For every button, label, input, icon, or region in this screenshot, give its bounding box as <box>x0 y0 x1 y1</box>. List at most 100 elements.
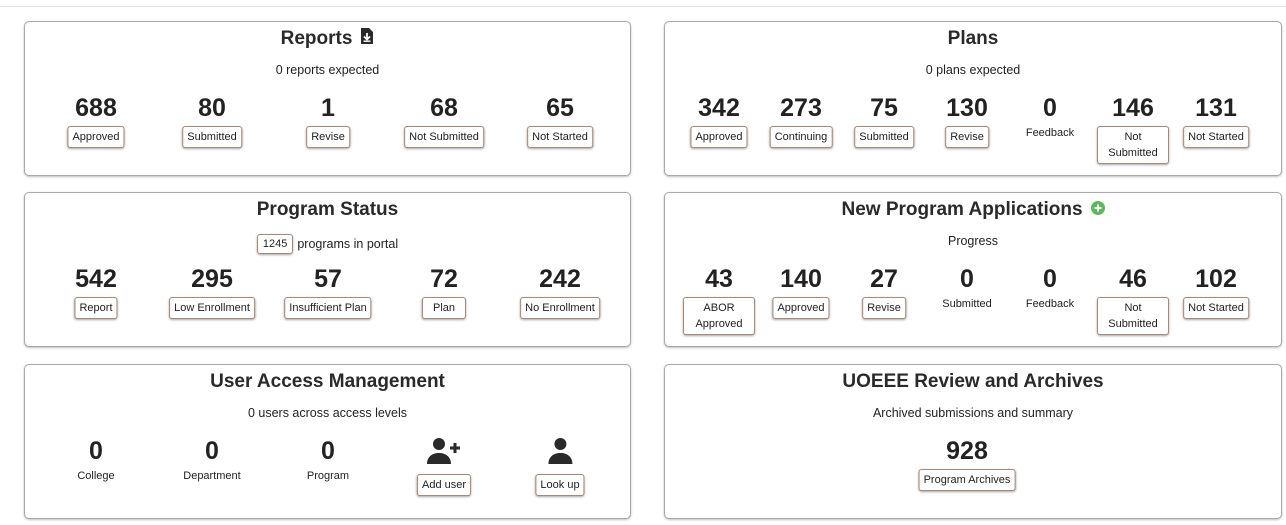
new-programs-title-row: New Program Applications <box>665 199 1281 221</box>
no-enrollment-button[interactable]: No Enrollment <box>520 297 600 319</box>
apps-stat-revise: 27 Revise <box>862 265 906 319</box>
apps-stat-not-submitted: 46 Not Submitted <box>1097 265 1169 335</box>
plus-circle-icon[interactable] <box>1090 199 1105 221</box>
stat-value: 0 <box>1043 265 1057 293</box>
look-up-button[interactable]: Look up <box>535 474 585 496</box>
college-label: College <box>77 470 115 482</box>
plans-stat-submitted: 75 Submitted <box>854 94 914 148</box>
new-programs-title: New Program Applications <box>841 199 1083 220</box>
new-programs-card: New Program Applications Progress 43 ABOR… <box>664 192 1282 347</box>
add-user-icon[interactable] <box>426 437 462 465</box>
submitted-button[interactable]: Submitted <box>182 126 242 148</box>
stat-value: 273 <box>780 94 822 122</box>
status-stat-insufficient-plan: 57 Insufficient Plan <box>284 265 372 319</box>
stat-value: 146 <box>1112 94 1154 122</box>
stat-value: 1 <box>321 94 335 122</box>
stat-value: 65 <box>546 94 574 122</box>
not-submitted-button[interactable]: Not Submitted <box>1097 297 1169 335</box>
not-started-button[interactable]: Not Started <box>1183 126 1249 148</box>
not-submitted-button[interactable]: Not Submitted <box>404 126 484 148</box>
not-started-button[interactable]: Not Started <box>527 126 593 148</box>
download-icon[interactable] <box>360 28 374 50</box>
program-archives-button[interactable]: Program Archives <box>918 469 1016 491</box>
submitted-button[interactable]: Submitted <box>854 126 914 148</box>
stat-value: 140 <box>780 265 822 293</box>
reports-card: Reports 0 reports expected 688 Approved 8… <box>24 21 631 176</box>
plans-card: Plans 0 plans expected 342 Approved 273 Co… <box>664 21 1282 176</box>
approved-button[interactable]: Approved <box>67 126 125 148</box>
program-label: Program <box>306 470 350 482</box>
program-status-card: Program Status 1245 programs in portal 5… <box>24 192 631 347</box>
plans-stat-not-started: 131 Not Started <box>1183 94 1249 148</box>
stat-value: 688 <box>75 94 117 122</box>
program-status-title: Program Status <box>256 199 399 220</box>
archives-stat: 928 Program Archives <box>918 437 1016 491</box>
stat-value: 542 <box>75 265 117 293</box>
reports-stat-submitted: 80 Submitted <box>182 94 242 148</box>
person-icon[interactable] <box>547 437 573 465</box>
stat-value: 295 <box>191 265 233 293</box>
abor-approved-button[interactable]: ABOR Approved <box>683 297 755 335</box>
status-stat-plan: 72 Plan <box>421 265 467 319</box>
plans-stat-feedback: 0 Feedback <box>1026 94 1074 139</box>
user-access-card: User Access Management 0 users across ac… <box>24 364 631 519</box>
reports-title-row: Reports <box>25 28 630 50</box>
apps-stat-abor-approved: 43 ABOR Approved <box>683 265 755 335</box>
feedback-label: Feedback <box>1025 298 1075 310</box>
approved-button[interactable]: Approved <box>690 126 748 148</box>
submitted-label: Submitted <box>942 298 992 310</box>
report-button[interactable]: Report <box>74 297 118 319</box>
revise-button[interactable]: Revise <box>306 126 350 148</box>
plan-button[interactable]: Plan <box>421 297 467 319</box>
program-count-badge[interactable]: 1245 <box>256 234 294 254</box>
archives-count: 928 <box>946 437 988 465</box>
stat-value: 0 <box>89 437 103 465</box>
stat-value: 0 <box>1043 94 1057 122</box>
status-stat-report: 542 Report <box>74 265 118 319</box>
stat-value: 0 <box>960 265 974 293</box>
add-user-block: Add user <box>416 437 472 496</box>
reports-title: Reports <box>280 28 353 49</box>
stat-value: 75 <box>870 94 898 122</box>
plans-stat-continuing: 273 Continuing <box>769 94 833 148</box>
program-status-subtitle: 1245 programs in portal <box>25 234 630 254</box>
stat-value: 0 <box>205 437 219 465</box>
reports-subtitle: 0 reports expected <box>275 63 380 77</box>
stat-value: 242 <box>539 265 581 293</box>
revise-button[interactable]: Revise <box>862 297 906 319</box>
low-enrollment-button[interactable]: Low Enrollment <box>169 297 255 319</box>
status-stat-no-enrollment: 242 No Enrollment <box>520 265 600 319</box>
users-stat-department: 0 Department <box>183 437 240 482</box>
stat-value: 130 <box>946 94 988 122</box>
feedback-label: Feedback <box>1025 127 1075 139</box>
reports-stat-not-submitted: 68 Not Submitted <box>404 94 484 148</box>
not-submitted-button[interactable]: Not Submitted <box>1097 126 1169 164</box>
stat-value: 68 <box>430 94 458 122</box>
apps-stat-not-started: 102 Not Started <box>1183 265 1249 319</box>
department-label: Department <box>183 470 241 482</box>
program-count-label: programs in portal <box>297 237 399 251</box>
stat-value: 57 <box>314 265 342 293</box>
archives-card: UOEEE Review and Archives Archived submi… <box>664 364 1282 519</box>
stat-value: 72 <box>430 265 458 293</box>
stat-value: 102 <box>1195 265 1237 293</box>
reports-stat-revise: 1 Revise <box>306 94 350 148</box>
lookup-block: Look up <box>535 437 585 496</box>
add-user-button[interactable]: Add user <box>416 474 472 496</box>
revise-button[interactable]: Revise <box>945 126 989 148</box>
insufficient-plan-button[interactable]: Insufficient Plan <box>284 297 372 319</box>
reports-stat-approved: 688 Approved <box>67 94 125 148</box>
user-access-title: User Access Management <box>210 371 445 392</box>
not-started-button[interactable]: Not Started <box>1183 297 1249 319</box>
top-divider <box>0 6 1286 7</box>
archives-title: UOEEE Review and Archives <box>842 371 1104 392</box>
archives-subtitle: Archived submissions and summary <box>872 406 1074 420</box>
continuing-button[interactable]: Continuing <box>769 126 833 148</box>
approved-button[interactable]: Approved <box>772 297 830 319</box>
stat-value: 27 <box>870 265 898 293</box>
stat-value: 342 <box>698 94 740 122</box>
user-access-subtitle: 0 users across access levels <box>247 406 408 420</box>
reports-stat-not-started: 65 Not Started <box>527 94 593 148</box>
users-stat-program: 0 Program <box>307 437 349 482</box>
plans-stat-revise: 130 Revise <box>945 94 989 148</box>
